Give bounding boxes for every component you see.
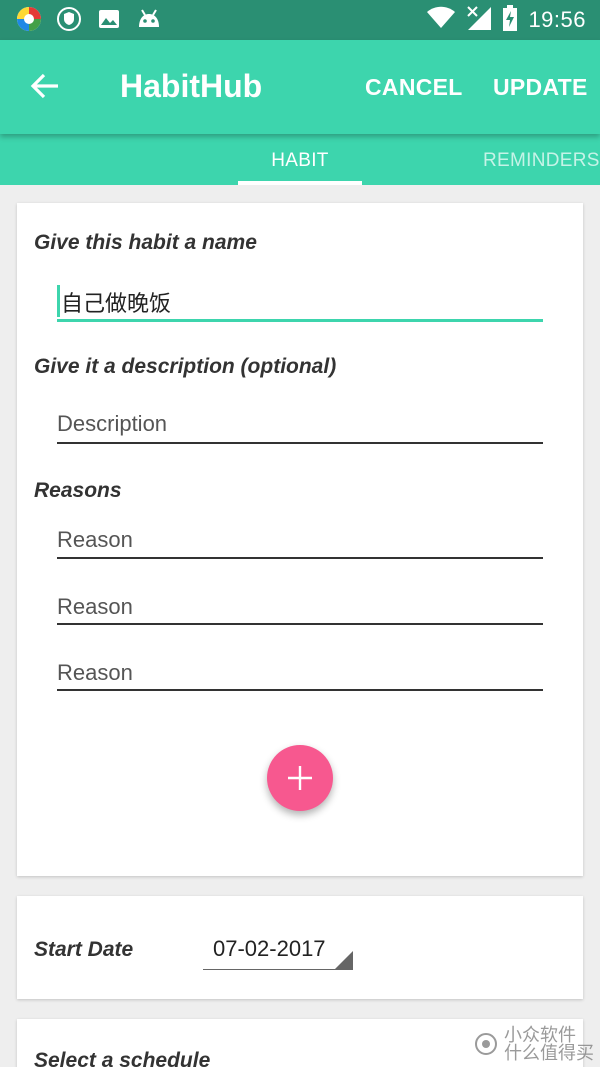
text-cursor — [57, 285, 60, 317]
start-date-value: 07-02-2017 — [213, 936, 326, 961]
status-bar: 19:56 — [0, 0, 600, 40]
cancel-button[interactable]: CANCEL — [365, 74, 463, 101]
reason-underline — [57, 557, 543, 559]
no-signal-icon — [466, 5, 492, 36]
clock: 19:56 — [528, 7, 586, 32]
start-date-label: Start Date — [34, 938, 134, 961]
back-arrow-icon[interactable] — [28, 68, 64, 104]
description-underline — [57, 442, 543, 444]
add-reason-button[interactable] — [267, 745, 333, 811]
reasons-label: Reasons — [34, 479, 122, 502]
app-bar: HabitHub CANCEL UPDATE — [0, 40, 600, 134]
colorful-app-icon — [16, 6, 42, 32]
wifi-icon — [426, 6, 456, 35]
tab-habit[interactable]: HABIT — [238, 150, 362, 172]
watermark-logo-icon — [475, 1033, 497, 1055]
tab-indicator — [238, 181, 362, 185]
tab-bar: HABIT REMINDERS — [0, 134, 600, 185]
battery-charging-icon — [502, 4, 518, 36]
name-label: Give this habit a name — [34, 231, 257, 254]
system-icons: 19:56 — [426, 4, 586, 36]
schedule-label: Select a schedule — [34, 1049, 211, 1067]
description-label: Give it a description (optional) — [34, 355, 337, 378]
habit-form-card: Give this habit a name 自己做晚饭 Give it a d… — [17, 203, 583, 876]
dropdown-triangle-icon — [335, 951, 353, 969]
reason-placeholder: Reason — [57, 527, 133, 552]
reason-underline — [57, 623, 543, 625]
reason-underline — [57, 689, 543, 691]
start-date-card: Start Date 07-02-2017 — [17, 896, 583, 999]
spinner-underline — [203, 969, 353, 970]
tab-reminders[interactable]: REMINDERS — [483, 150, 600, 172]
notification-icons — [16, 6, 162, 32]
reason-placeholder: Reason — [57, 660, 133, 685]
reason-field-3[interactable]: Reason — [57, 658, 543, 698]
update-button[interactable]: UPDATE — [493, 74, 588, 101]
plus-icon — [288, 766, 312, 790]
shield-icon — [56, 6, 82, 32]
android-head-icon — [136, 6, 162, 32]
app-title: HabitHub — [120, 68, 263, 104]
watermark-text: 小众软件 什么值得买 — [504, 1026, 594, 1062]
watermark-line-1: 小众软件 — [504, 1025, 576, 1045]
watermark: 小众软件 什么值得买 — [474, 1026, 594, 1062]
name-underline — [57, 319, 543, 322]
image-icon — [96, 6, 122, 32]
habit-name-value: 自己做晚饭 — [61, 291, 172, 316]
description-placeholder: Description — [57, 411, 168, 436]
description-field[interactable]: Description — [57, 409, 543, 449]
reason-field-1[interactable]: Reason — [57, 525, 543, 565]
reason-field-2[interactable]: Reason — [57, 592, 543, 632]
reason-placeholder: Reason — [57, 594, 133, 619]
habit-name-field[interactable]: 自己做晚饭 — [57, 283, 543, 323]
start-date-spinner[interactable]: 07-02-2017 — [203, 932, 353, 970]
watermark-line-2: 什么值得买 — [504, 1043, 594, 1063]
